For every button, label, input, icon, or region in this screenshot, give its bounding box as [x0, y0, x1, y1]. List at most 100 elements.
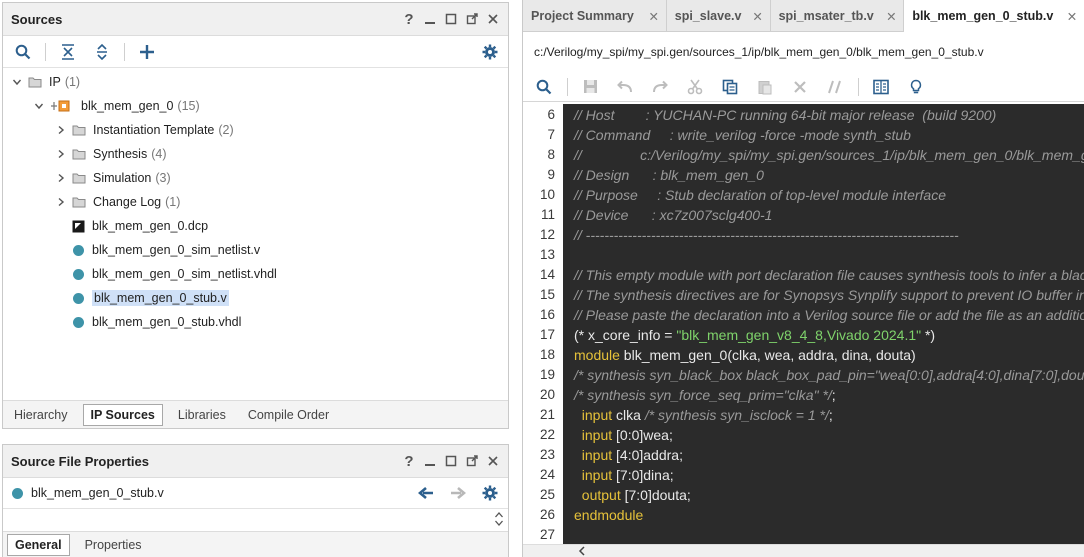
code-editor[interactable]: 6 7 8 9 10 11 12 13 14 15 16 17 18 19 20 21 22 23 24 25 26 27…: [523, 104, 1084, 544]
help-icon[interactable]: ?: [400, 452, 418, 470]
folder-icon: [72, 195, 86, 209]
line-number: 19: [539, 367, 555, 382]
float-icon[interactable]: [463, 10, 481, 28]
tab-general[interactable]: General: [7, 533, 70, 556]
code-line: // Design : blk_mem_gen_0: [574, 165, 764, 185]
code-area[interactable]: // Host : YUCHAN-PC running 64-bit major…: [563, 104, 1084, 544]
close-icon[interactable]: ✕: [750, 9, 766, 24]
code-line: (* x_core_info = "blk_mem_gen_v8_4_8,Viv…: [574, 325, 935, 345]
code-token: // Command : write_verilog -force -mode …: [574, 127, 911, 143]
tree-label: IP: [49, 75, 61, 89]
editor-tab[interactable]: spi_slave.v ✕: [667, 0, 771, 32]
code-token: (* x_core_info =: [574, 327, 677, 343]
tab-ip-sources[interactable]: IP Sources: [82, 403, 163, 426]
paste-icon[interactable]: [753, 75, 777, 99]
tree-file[interactable]: blk_mem_gen_0.dcp: [71, 215, 208, 237]
forward-arrow-icon[interactable]: [446, 481, 470, 505]
gear-icon[interactable]: [478, 481, 502, 505]
tree-node-ip[interactable]: IP (1): [11, 71, 80, 93]
search-icon[interactable]: [11, 40, 35, 64]
line-number: 18: [539, 347, 555, 362]
delete-icon[interactable]: [788, 75, 812, 99]
code-token: // Please paste the declaration into a V…: [574, 307, 1084, 323]
minimize-icon[interactable]: [421, 10, 439, 28]
editor-tab[interactable]: Project Summary ✕: [523, 0, 667, 32]
scroll-updown-icon[interactable]: [494, 511, 504, 530]
editor-tab-active[interactable]: blk_mem_gen_0_stub.v ✕: [904, 0, 1084, 32]
tab-properties[interactable]: Properties: [78, 535, 149, 555]
tree-node-core[interactable]: blk_mem_gen_0 (15): [33, 95, 200, 117]
tree-file[interactable]: blk_mem_gen_0_sim_netlist.v: [71, 239, 260, 261]
code-line: input [4:0]addra;: [574, 445, 683, 465]
restore-icon[interactable]: [442, 10, 460, 28]
code-token: [7:0]douta;: [620, 487, 691, 503]
line-number: 26: [539, 507, 555, 522]
code-line: input [7:0]dina;: [574, 465, 674, 485]
restore-icon[interactable]: [442, 452, 460, 470]
toolbar-separator: [124, 42, 125, 61]
close-icon[interactable]: ✕: [883, 9, 899, 24]
source-file-icon: [71, 291, 85, 305]
chevron-right-icon[interactable]: [55, 196, 67, 208]
properties-panel: Source File Properties ? blk_mem_gen_0_s…: [2, 444, 509, 557]
lightbulb-icon[interactable]: [904, 75, 928, 99]
tab-hierarchy[interactable]: Hierarchy: [7, 405, 75, 425]
code-token: [7:0]dina;: [612, 467, 674, 483]
code-token: // The synthesis directives are for Syno…: [574, 287, 1084, 303]
tab-compile-order[interactable]: Compile Order: [241, 405, 336, 425]
editor-tab[interactable]: spi_msater_tb.v ✕: [771, 0, 905, 32]
help-icon[interactable]: ?: [400, 10, 418, 28]
split-view-icon[interactable]: [869, 75, 893, 99]
search-icon[interactable]: [532, 75, 556, 99]
code-token: *): [921, 327, 936, 343]
back-arrow-icon[interactable]: [414, 481, 438, 505]
scroll-left-icon[interactable]: [577, 545, 587, 557]
chevron-down-icon[interactable]: [11, 76, 23, 88]
left-column: Sources ? IP (1) blk_mem_gen_0 (15) Inst…: [0, 0, 516, 557]
tree-count: (4): [151, 147, 167, 161]
code-token: input: [581, 447, 613, 463]
close-icon[interactable]: ✕: [1064, 9, 1080, 24]
redo-icon[interactable]: [648, 75, 672, 99]
close-icon[interactable]: [484, 452, 502, 470]
gear-icon[interactable]: [478, 40, 502, 64]
expand-all-icon[interactable]: [90, 40, 114, 64]
code-token: // Design : blk_mem_gen_0: [574, 167, 764, 183]
close-icon[interactable]: ✕: [646, 9, 662, 24]
tree-file[interactable]: blk_mem_gen_0_sim_netlist.vhdl: [71, 263, 277, 285]
save-icon[interactable]: [578, 75, 602, 99]
tree-file-selected[interactable]: blk_mem_gen_0_stub.v: [71, 287, 229, 309]
copy-icon[interactable]: [718, 75, 742, 99]
collapse-all-icon[interactable]: [56, 40, 80, 64]
editor-toolbar: [523, 72, 1084, 102]
chevron-down-icon[interactable]: [33, 100, 45, 112]
code-token: "blk_mem_gen_v8_4_8,Vivado 2024.1": [676, 327, 922, 343]
code-token: // c:/Verilog/my_spi/my_spi.gen/sources_…: [574, 147, 1084, 163]
close-icon[interactable]: [484, 10, 502, 28]
add-icon[interactable]: [135, 40, 159, 64]
tab-libraries[interactable]: Libraries: [171, 405, 233, 425]
tree-folder[interactable]: Simulation (3): [55, 167, 171, 189]
code-line: // Device : xc7z007sclg400-1: [574, 205, 772, 225]
tree-folder[interactable]: Change Log (1): [55, 191, 180, 213]
tree-folder[interactable]: Instantiation Template (2): [55, 119, 234, 141]
code-token: ;: [828, 407, 833, 423]
tree-file[interactable]: blk_mem_gen_0_stub.vhdl: [71, 311, 241, 333]
line-number: 8: [547, 147, 555, 162]
chevron-right-icon[interactable]: [55, 148, 67, 160]
code-token: output: [581, 487, 621, 503]
line-number: 11: [540, 207, 555, 222]
comment-toggle-icon[interactable]: [823, 75, 847, 99]
float-icon[interactable]: [463, 452, 481, 470]
minimize-icon[interactable]: [421, 452, 439, 470]
chevron-right-icon[interactable]: [55, 124, 67, 136]
chevron-right-icon[interactable]: [55, 172, 67, 184]
code-line: // Host : YUCHAN-PC running 64-bit major…: [574, 105, 996, 125]
tree-folder[interactable]: Synthesis (4): [55, 143, 166, 165]
undo-icon[interactable]: [613, 75, 637, 99]
horizontal-scrollbar[interactable]: [523, 544, 1084, 557]
cut-icon[interactable]: [683, 75, 707, 99]
code-token: clka: [612, 407, 645, 423]
line-number: 17: [539, 327, 555, 342]
